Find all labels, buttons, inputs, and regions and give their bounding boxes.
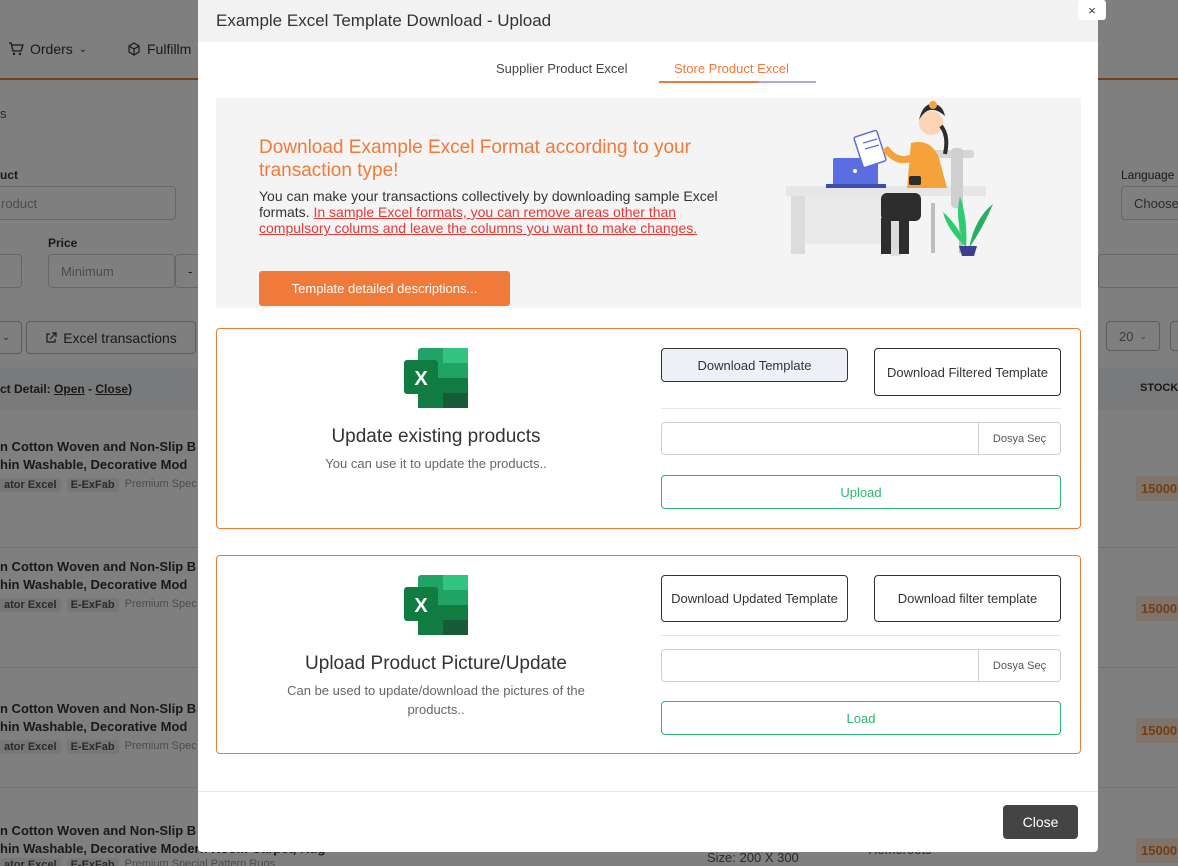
banner-text-highlight: In sample Excel formats, you can remove … xyxy=(259,204,698,236)
excel-template-modal: Example Excel Template Download - Upload… xyxy=(198,0,1098,852)
card-title: Update existing products xyxy=(331,426,541,447)
excel-icon: X xyxy=(404,348,468,408)
svg-text:X: X xyxy=(414,368,428,390)
template-descriptions-button[interactable]: Template detailed descriptions... xyxy=(259,271,510,306)
download-template-button[interactable]: Download Template xyxy=(661,348,848,382)
download-filter-template-button[interactable]: Download filter template xyxy=(874,575,1061,622)
svg-text:X: X xyxy=(414,595,428,617)
card-description: You can use it to update the products.. xyxy=(325,456,547,471)
card-description: Can be used to update/download the pictu… xyxy=(287,683,585,717)
banner-text: You can make your transactions collectiv… xyxy=(259,188,729,236)
close-icon[interactable]: × xyxy=(1078,0,1106,20)
modal-title: Example Excel Template Download - Upload xyxy=(216,11,552,30)
card-divider xyxy=(661,408,1061,409)
download-filtered-template-button[interactable]: Download Filtered Template xyxy=(874,348,1061,396)
tab-supplier-product-excel[interactable]: Supplier Product Excel xyxy=(496,61,628,76)
banner-heading: Download Example Excel Format according … xyxy=(259,137,691,181)
download-updated-template-button[interactable]: Download Updated Template xyxy=(661,575,848,622)
excel-icon: X xyxy=(404,575,468,635)
card-title: Upload Product Picture/Update xyxy=(305,653,567,674)
upload-button[interactable]: Upload xyxy=(661,475,1061,509)
tab-bar: Supplier Product Excel Store Product Exc… xyxy=(198,55,1098,85)
file-input[interactable]: Dosya Seç xyxy=(661,422,1061,455)
tab-store-product-excel[interactable]: Store Product Excel xyxy=(674,61,789,76)
modal-footer-divider xyxy=(198,791,1098,792)
product-picture-card: X Upload Product Picture/Update Can be u… xyxy=(216,555,1081,754)
modal-header: Example Excel Template Download - Upload xyxy=(198,0,1098,42)
info-banner: Download Example Excel Format according … xyxy=(216,98,1081,308)
file-input[interactable]: Dosya Seç xyxy=(661,649,1061,682)
update-products-card: X Update existing products You can use i… xyxy=(216,328,1081,529)
load-button[interactable]: Load xyxy=(661,701,1061,735)
card-divider xyxy=(661,635,1061,636)
woman-at-desk-illustration xyxy=(786,101,993,256)
choose-file-button[interactable]: Dosya Seç xyxy=(978,423,1060,454)
active-tab-indicator xyxy=(659,81,816,83)
close-button[interactable]: Close xyxy=(1003,805,1078,839)
choose-file-button[interactable]: Dosya Seç xyxy=(978,650,1060,681)
